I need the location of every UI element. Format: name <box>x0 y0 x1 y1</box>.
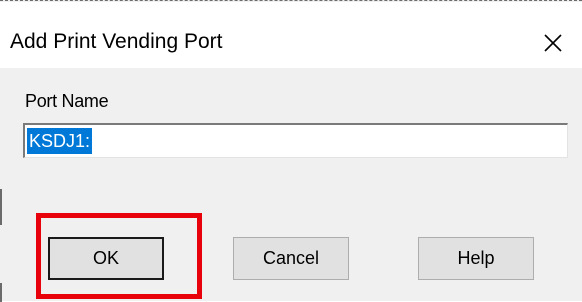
close-icon <box>544 34 562 52</box>
port-name-label: Port Name <box>25 91 109 111</box>
close-button[interactable] <box>528 19 578 67</box>
title-bar: Add Print Vending Port <box>0 2 582 68</box>
window-edge <box>0 189 2 225</box>
dialog-title: Add Print Vending Port <box>10 30 223 53</box>
window-edge <box>0 283 2 302</box>
ok-button[interactable]: OK <box>48 237 164 280</box>
cancel-button[interactable]: Cancel <box>233 237 349 280</box>
help-button[interactable]: Help <box>418 237 534 280</box>
port-name-input[interactable]: KSDJ1: <box>23 123 568 158</box>
add-print-vending-port-dialog: Add Print Vending Port Port Name KSDJ1: … <box>0 0 582 302</box>
port-name-selected-text: KSDJ1: <box>27 128 93 154</box>
